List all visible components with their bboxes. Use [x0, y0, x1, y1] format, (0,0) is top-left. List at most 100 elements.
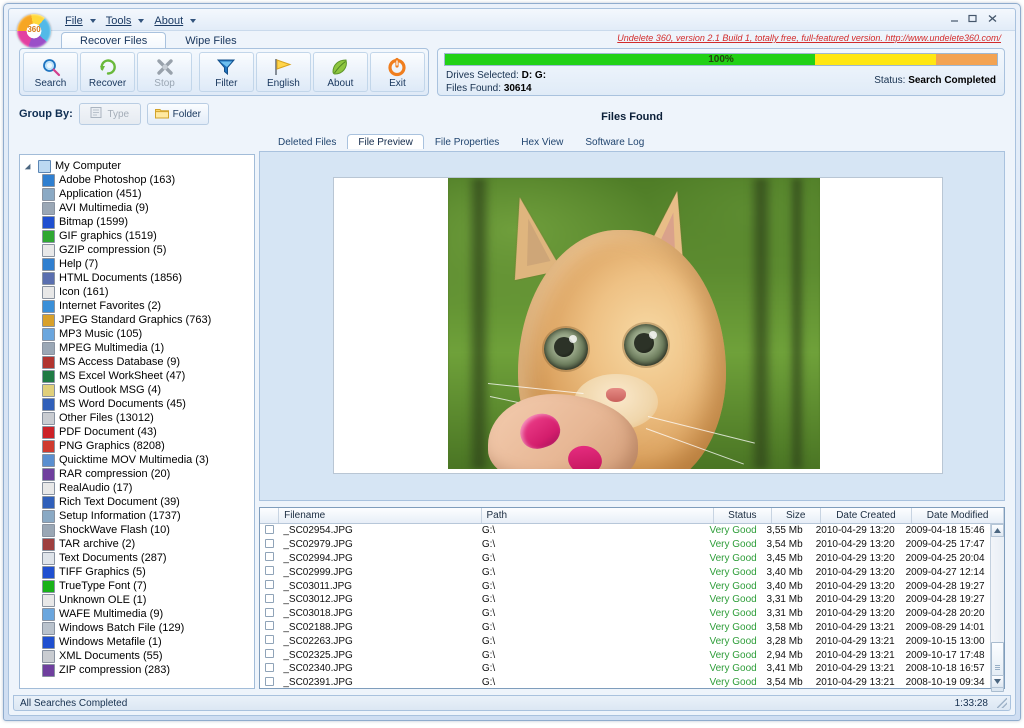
tree-item[interactable]: TAR archive (2) — [22, 537, 252, 551]
row-checkbox[interactable] — [260, 566, 278, 578]
checkbox-icon[interactable] — [265, 580, 274, 589]
tab-file-properties[interactable]: File Properties — [424, 134, 510, 149]
tree-item[interactable]: AVI Multimedia (9) — [22, 201, 252, 215]
filter-button[interactable]: Filter — [199, 52, 254, 92]
checkbox-icon[interactable] — [265, 621, 274, 630]
table-row[interactable]: _SC03018.JPGG:\Very Good3,31 Mb2010-04-2… — [260, 607, 990, 621]
table-row[interactable]: _SC03011.JPGG:\Very Good3,40 Mb2010-04-2… — [260, 579, 990, 593]
tree-item[interactable]: MS Word Documents (45) — [22, 397, 252, 411]
row-checkbox[interactable] — [260, 608, 278, 620]
checkbox-icon[interactable] — [265, 677, 274, 686]
tree-item[interactable]: XML Documents (55) — [22, 649, 252, 663]
scroll-up-icon[interactable] — [991, 524, 1004, 537]
tree-root-my-computer[interactable]: My Computer — [22, 159, 252, 173]
tree-item[interactable]: Bitmap (1599) — [22, 215, 252, 229]
group-by-folder-button[interactable]: Folder — [147, 103, 209, 125]
tree-item[interactable]: PDF Document (43) — [22, 425, 252, 439]
tree-item[interactable]: PNG Graphics (8208) — [22, 439, 252, 453]
tree-item[interactable]: Windows Metafile (1) — [22, 635, 252, 649]
tree-item[interactable]: MP3 Music (105) — [22, 327, 252, 341]
tree-item[interactable]: TrueType Font (7) — [22, 579, 252, 593]
tab-wipe-files[interactable]: Wipe Files — [166, 32, 255, 48]
row-checkbox[interactable] — [260, 594, 278, 606]
tab-recover-files[interactable]: Recover Files — [61, 32, 166, 48]
column-header-filename[interactable]: Filename — [279, 508, 481, 523]
checkbox-icon[interactable] — [265, 525, 274, 534]
table-row[interactable]: _SC02188.JPGG:\Very Good3,58 Mb2010-04-2… — [260, 621, 990, 635]
tree-item[interactable]: Quicktime MOV Multimedia (3) — [22, 453, 252, 467]
group-by-type-button[interactable]: Type — [79, 103, 141, 125]
tab-deleted-files[interactable]: Deleted Files — [267, 134, 347, 149]
tree-item[interactable]: ZIP compression (283) — [22, 663, 252, 677]
tree-item[interactable]: Internet Favorites (2) — [22, 299, 252, 313]
column-header-size[interactable]: Size — [772, 508, 821, 523]
table-row[interactable]: _SC03012.JPGG:\Very Good3,31 Mb2010-04-2… — [260, 593, 990, 607]
checkbox-icon[interactable] — [265, 649, 274, 658]
row-checkbox[interactable] — [260, 649, 278, 661]
tree-item[interactable]: Text Documents (287) — [22, 551, 252, 565]
close-icon[interactable] — [984, 12, 1001, 25]
table-row[interactable]: _SC02979.JPGG:\Very Good3,54 Mb2010-04-2… — [260, 538, 990, 552]
tree-item[interactable]: GIF graphics (1519) — [22, 229, 252, 243]
tree-item[interactable]: MS Access Database (9) — [22, 355, 252, 369]
tree-item[interactable]: GZIP compression (5) — [22, 243, 252, 257]
tab-hex-view[interactable]: Hex View — [510, 134, 574, 149]
menu-item-about[interactable]: About — [150, 13, 200, 29]
table-row[interactable]: _SC02340.JPGG:\Very Good3,41 Mb2010-04-2… — [260, 662, 990, 676]
tree-item[interactable]: Application (451) — [22, 187, 252, 201]
tree-item[interactable]: Windows Batch File (129) — [22, 621, 252, 635]
table-vertical-scrollbar[interactable] — [990, 524, 1004, 688]
row-checkbox[interactable] — [260, 677, 278, 688]
tree-item[interactable]: Setup Information (1737) — [22, 509, 252, 523]
tree-item[interactable]: JPEG Standard Graphics (763) — [22, 313, 252, 327]
minimize-icon[interactable] — [946, 12, 963, 25]
tree-item[interactable]: WAFE Multimedia (9) — [22, 607, 252, 621]
menu-item-tools[interactable]: Tools — [102, 13, 149, 29]
english-button[interactable]: English — [256, 52, 311, 92]
table-row[interactable]: _SC02325.JPGG:\Very Good2,94 Mb2010-04-2… — [260, 648, 990, 662]
tree-item[interactable]: RAR compression (20) — [22, 467, 252, 481]
tree-scroll-region[interactable]: My Computer Adobe Photoshop (163)Applica… — [20, 155, 254, 688]
checkbox-icon[interactable] — [265, 663, 274, 672]
checkbox-icon[interactable] — [265, 552, 274, 561]
exit-button[interactable]: Exit — [370, 52, 425, 92]
checkbox-icon[interactable] — [265, 635, 274, 644]
promo-link[interactable]: Undelete 360, version 2.1 Build 1, total… — [617, 33, 1001, 43]
stop-button[interactable]: Stop — [137, 52, 192, 92]
row-checkbox[interactable] — [260, 525, 278, 537]
recover-button[interactable]: Recover — [80, 52, 135, 92]
menu-item-file[interactable]: File — [61, 13, 100, 29]
tree-item[interactable]: Icon (161) — [22, 285, 252, 299]
chevron-down-icon[interactable] — [26, 162, 35, 171]
maximize-icon[interactable] — [964, 12, 981, 25]
tree-item[interactable]: RealAudio (17) — [22, 481, 252, 495]
tree-item[interactable]: MS Excel WorkSheet (47) — [22, 369, 252, 383]
checkbox-icon[interactable] — [265, 608, 274, 617]
table-row[interactable]: _SC02999.JPGG:\Very Good3,40 Mb2010-04-2… — [260, 565, 990, 579]
table-row[interactable]: _SC02994.JPGG:\Very Good3,45 Mb2010-04-2… — [260, 552, 990, 566]
tree-item[interactable]: Adobe Photoshop (163) — [22, 173, 252, 187]
tree-item[interactable]: ShockWave Flash (10) — [22, 523, 252, 537]
row-checkbox[interactable] — [260, 635, 278, 647]
tree-item[interactable]: HTML Documents (1856) — [22, 271, 252, 285]
tree-item[interactable]: MS Outlook MSG (4) — [22, 383, 252, 397]
search-button[interactable]: Search — [23, 52, 78, 92]
tree-item[interactable]: Unknown OLE (1) — [22, 593, 252, 607]
row-checkbox[interactable] — [260, 539, 278, 551]
table-row[interactable]: _SC02263.JPGG:\Very Good3,28 Mb2010-04-2… — [260, 634, 990, 648]
row-checkbox[interactable] — [260, 552, 278, 564]
checkbox-icon[interactable] — [265, 594, 274, 603]
tab-file-preview[interactable]: File Preview — [347, 134, 423, 149]
tree-item[interactable]: Other Files (13012) — [22, 411, 252, 425]
table-body[interactable]: _SC02954.JPGG:\Very Good3,55 Mb2010-04-2… — [260, 524, 990, 688]
checkbox-icon[interactable] — [265, 539, 274, 548]
resize-grip-icon[interactable] — [997, 698, 1007, 708]
about-button[interactable]: About — [313, 52, 368, 92]
table-row[interactable]: _SC02391.JPGG:\Very Good3,54 Mb2010-04-2… — [260, 676, 990, 688]
table-row[interactable]: _SC02954.JPGG:\Very Good3,55 Mb2010-04-2… — [260, 524, 990, 538]
column-header-path[interactable]: Path — [482, 508, 714, 523]
tree-item[interactable]: MPEG Multimedia (1) — [22, 341, 252, 355]
scroll-down-icon[interactable] — [991, 675, 1004, 688]
tree-item[interactable]: Rich Text Document (39) — [22, 495, 252, 509]
tab-software-log[interactable]: Software Log — [574, 134, 655, 149]
